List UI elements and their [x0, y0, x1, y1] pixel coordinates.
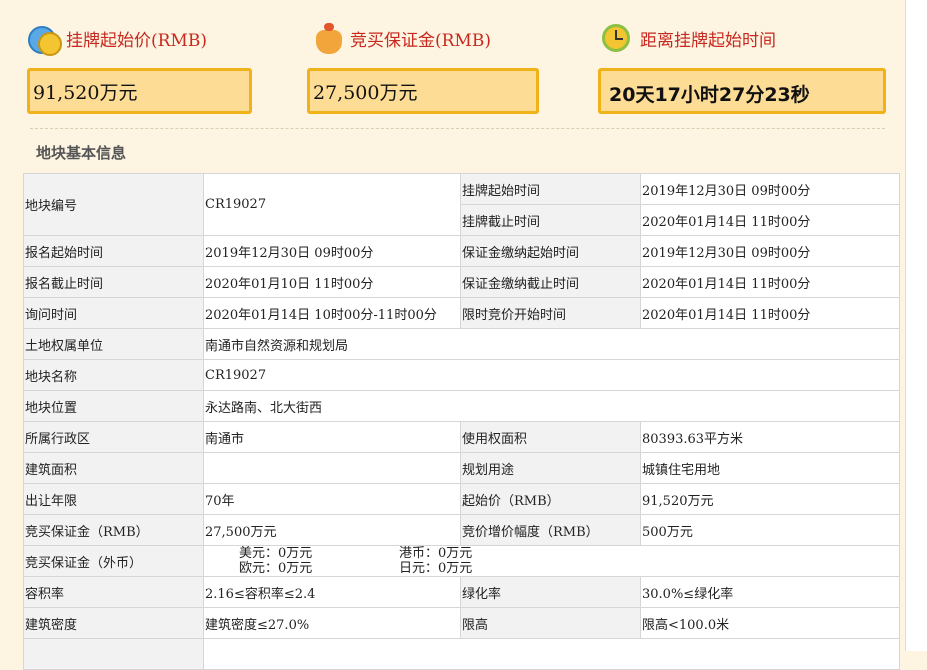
table-row: 建筑密度 建筑密度≤27.0% 限高 限高<100.0米 — [23, 607, 900, 639]
table-key: 起始价（RMB） — [460, 483, 641, 515]
table-row: 报名截止时间 2020年01月10日 11时00分 保证金缴纳截止时间 2020… — [23, 266, 900, 298]
table-row: 所属行政区 南通市 使用权面积 80393.63平方米 — [23, 421, 900, 453]
table-key: 报名截止时间 — [23, 266, 204, 298]
table-value: 2020年01月14日 11时00分 — [640, 266, 900, 298]
table-key: 规划用途 — [460, 452, 641, 484]
start-price-value: 91,520万元 — [27, 68, 252, 114]
table-value — [203, 452, 461, 484]
table-value: 永达路南、北大街西 — [203, 390, 900, 422]
table-value: 70年 — [203, 483, 461, 515]
table-key: 土地权属单位 — [23, 328, 204, 360]
table-key: 保证金缴纳截止时间 — [460, 266, 641, 298]
table-value: 500万元 — [640, 514, 900, 546]
table-key: 地块编号 — [23, 173, 204, 236]
table-key: 挂牌截止时间 — [460, 204, 641, 236]
table-key: 报名起始时间 — [23, 235, 204, 267]
table-key: 限高 — [460, 607, 641, 639]
foreign-currency-deposit: 美元：0万元 港币：0万元 欧元：0万元 日元：0万元 — [203, 545, 900, 577]
table-value: 91,520万元 — [640, 483, 900, 515]
table-key: 地块位置 — [23, 390, 204, 422]
table-value: 南通市 — [203, 421, 461, 453]
table-key: 绿化率 — [460, 576, 641, 608]
countdown-header: 距离挂牌起始时间 — [598, 18, 776, 58]
table-row — [23, 638, 900, 670]
usd-amount: 美元：0万元 — [239, 546, 313, 562]
table-key — [23, 638, 204, 670]
table-row: 出让年限 70年 起始价（RMB） 91,520万元 — [23, 483, 900, 515]
table-row: 报名起始时间 2019年12月30日 09时00分 保证金缴纳起始时间 2019… — [23, 235, 900, 267]
deposit-label: 竞买保证金(RMB) — [350, 30, 491, 51]
table-value: 27,500万元 — [203, 514, 461, 546]
table-value: 2020年01月14日 10时00分-11时00分 — [203, 297, 461, 329]
table-row: 竞买保证金（外币） 美元：0万元 港币：0万元 欧元：0万元 日元：0万元 — [23, 545, 900, 577]
table-value: 2020年01月10日 11时00分 — [203, 266, 461, 298]
hkd-amount: 港币：0万元 — [399, 546, 473, 562]
alarm-clock-icon — [598, 20, 634, 56]
section-title: 地块基本信息 — [36, 144, 127, 162]
start-price-header: 挂牌起始价(RMB) — [24, 18, 207, 58]
deposit-value: 27,500万元 — [307, 68, 539, 114]
table-row: 竞买保证金（RMB） 27,500万元 竞价增价幅度（RMB） 500万元 — [23, 514, 900, 546]
table-value: CR19027 — [203, 359, 900, 391]
table-key: 限时竞价开始时间 — [460, 297, 641, 329]
table-value: 城镇住宅用地 — [640, 452, 900, 484]
table-key: 使用权面积 — [460, 421, 641, 453]
table-value — [203, 638, 900, 670]
table-value: 80393.63平方米 — [640, 421, 900, 453]
table-value: 2.16≤容积率≤2.4 — [203, 576, 461, 608]
table-value: 建筑密度≤27.0% — [203, 607, 461, 639]
table-row: 建筑面积 规划用途 城镇住宅用地 — [23, 452, 900, 484]
table-value: 限高<100.0米 — [640, 607, 900, 639]
table-value: 2020年01月14日 11时00分 — [640, 297, 900, 329]
table-key: 地块名称 — [23, 359, 204, 391]
table-key: 出让年限 — [23, 483, 204, 515]
table-row: 土地权属单位 南通市自然资源和规划局 — [23, 328, 900, 360]
table-value: CR19027 — [203, 173, 461, 236]
table-key: 竞买保证金（外币） — [23, 545, 204, 577]
eur-amount: 欧元：0万元 — [239, 561, 313, 576]
jpy-amount: 日元：0万元 — [399, 561, 473, 576]
table-value: 南通市自然资源和规划局 — [203, 328, 900, 360]
table-value: 2019年12月30日 09时00分 — [640, 235, 900, 267]
table-key: 挂牌起始时间 — [460, 173, 641, 205]
table-key: 容积率 — [23, 576, 204, 608]
countdown-value: 20天17小时27分23秒 — [598, 68, 886, 114]
table-value: 2019年12月30日 09时00分 — [203, 235, 461, 267]
table-row: 容积率 2.16≤容积率≤2.4 绿化率 30.0%≤绿化率 — [23, 576, 900, 608]
money-bag-icon — [308, 20, 344, 56]
table-row: 地块名称 CR19027 — [23, 359, 900, 391]
right-scroll-strip — [905, 0, 927, 651]
table-key: 建筑密度 — [23, 607, 204, 639]
table-value: 30.0%≤绿化率 — [640, 576, 900, 608]
table-key: 竞买保证金（RMB） — [23, 514, 204, 546]
deposit-header: 竞买保证金(RMB) — [308, 18, 491, 58]
divider — [30, 128, 885, 129]
table-row: 地块位置 永达路南、北大街西 — [23, 390, 900, 422]
table-value: 2020年01月14日 11时00分 — [640, 204, 900, 236]
table-row: 询问时间 2020年01月14日 10时00分-11时00分 限时竞价开始时间 … — [23, 297, 900, 329]
table-row: 地块编号 CR19027 挂牌起始时间 2019年12月30日 09时00分 — [23, 173, 900, 236]
start-price-label: 挂牌起始价(RMB) — [66, 30, 207, 51]
table-key: 竞价增价幅度（RMB） — [460, 514, 641, 546]
countdown-label: 距离挂牌起始时间 — [640, 30, 776, 51]
table-key: 所属行政区 — [23, 421, 204, 453]
table-value: 2019年12月30日 09时00分 — [640, 173, 900, 205]
table-key: 询问时间 — [23, 297, 204, 329]
money-icon — [24, 20, 62, 56]
table-key: 保证金缴纳起始时间 — [460, 235, 641, 267]
table-key: 建筑面积 — [23, 452, 204, 484]
parcel-info-table: 地块编号 CR19027 挂牌起始时间 2019年12月30日 09时00分 挂… — [23, 173, 900, 670]
